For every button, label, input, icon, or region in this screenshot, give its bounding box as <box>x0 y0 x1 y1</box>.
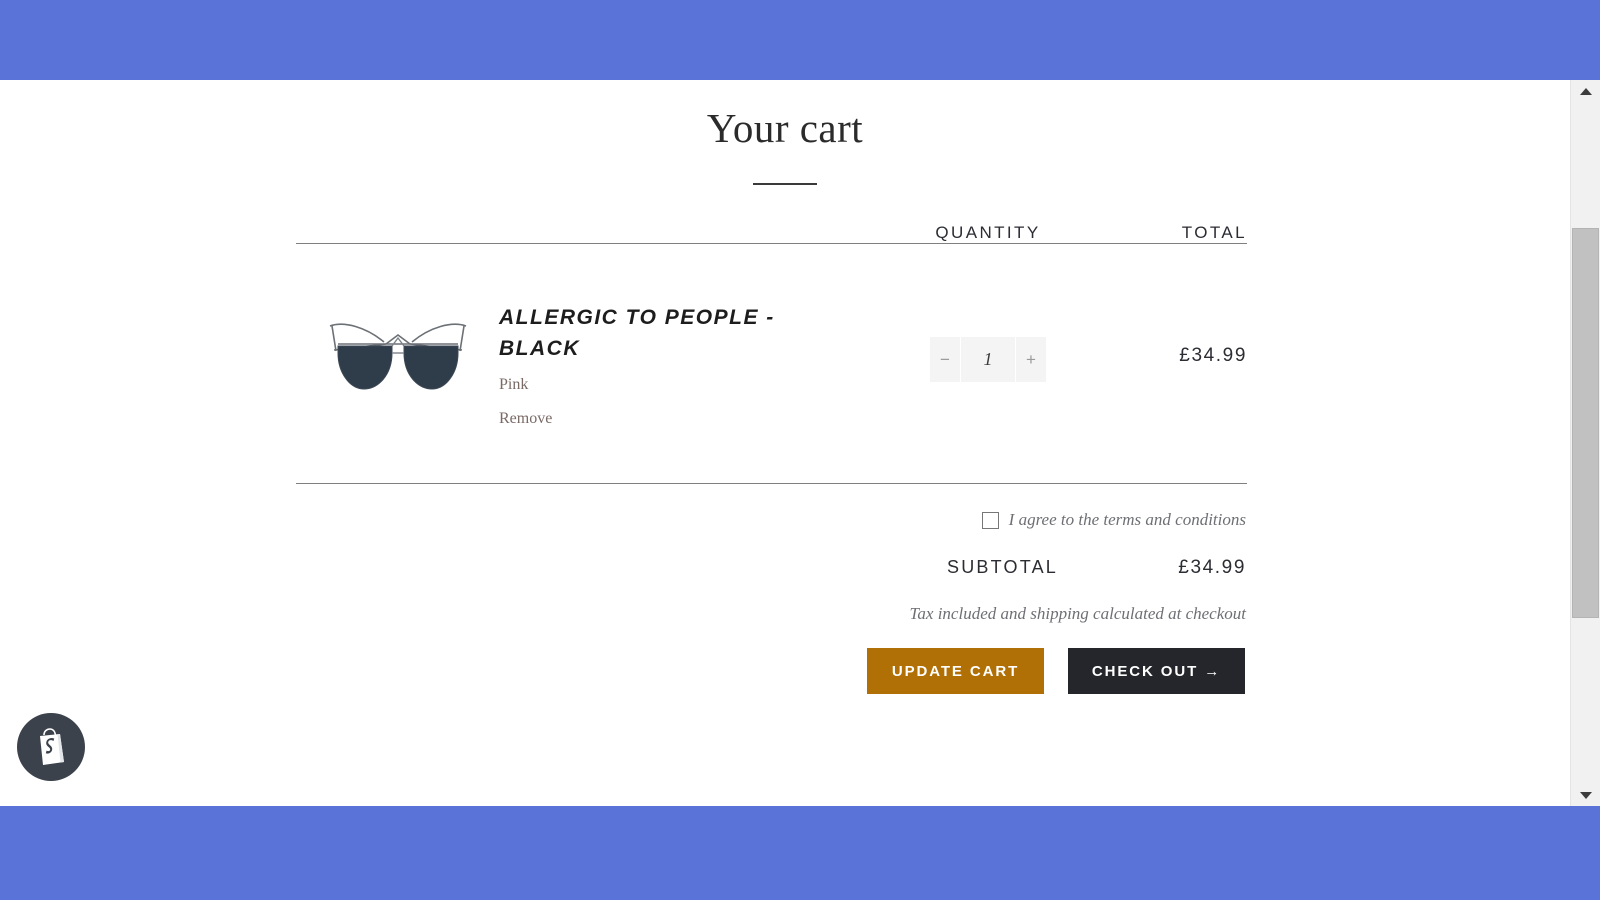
line-item-total: £34.99 <box>1179 345 1247 367</box>
shopify-bag-icon <box>40 728 64 765</box>
subtotal-row: SUBTOTAL £34.99 <box>296 530 1247 579</box>
remove-item-link[interactable]: Remove <box>499 407 552 431</box>
tax-note: Tax included and shipping calculated at … <box>909 604 1246 624</box>
lens-left <box>337 345 392 390</box>
product-title[interactable]: ALLERGIC TO PEOPLE - BLACK <box>499 303 829 364</box>
lens-right <box>403 345 458 390</box>
cart-actions: UPDATE CART CHECK OUT → <box>296 624 1247 695</box>
product-thumbnail[interactable] <box>296 301 499 403</box>
page-title: Your cart <box>706 105 864 151</box>
shopify-badge[interactable] <box>17 713 85 781</box>
sunglasses-icon <box>329 323 466 390</box>
cart-line-item: ALLERGIC TO PEOPLE - BLACK Pink Remove −… <box>296 244 1247 483</box>
product-variant: Pink <box>499 376 529 394</box>
terms-label[interactable]: I agree to the terms and conditions <box>1009 510 1246 530</box>
terms-row: I agree to the terms and conditions <box>296 510 1247 530</box>
cart-page: Your cart QUANTITY TOTAL ALLERGIC TO PEO… <box>0 80 1570 695</box>
header-total: TOTAL <box>1181 223 1247 243</box>
vertical-scrollbar[interactable] <box>1570 80 1600 806</box>
browser-bottom-band <box>0 806 1600 900</box>
scroll-down-arrow-icon[interactable] <box>1571 784 1600 806</box>
checkout-button[interactable]: CHECK OUT → <box>1068 648 1245 695</box>
quantity-decrement-button[interactable]: − <box>930 337 960 382</box>
scrollbar-thumb[interactable] <box>1572 228 1599 618</box>
page-viewport: Your cart QUANTITY TOTAL ALLERGIC TO PEO… <box>0 80 1570 806</box>
quantity-stepper: − 1 + <box>930 337 1046 383</box>
cart-container: QUANTITY TOTAL ALLERGIC TO PEOPLE - BLAC… <box>295 185 1247 695</box>
terms-checkbox[interactable] <box>981 511 999 529</box>
quantity-input[interactable]: 1 <box>961 337 1015 382</box>
quantity-increment-button[interactable]: + <box>1016 337 1046 382</box>
update-cart-button[interactable]: UPDATE CART <box>867 648 1044 695</box>
product-info: ALLERGIC TO PEOPLE - BLACK Pink Remove <box>499 301 870 431</box>
subtotal-value: £34.99 <box>1178 557 1246 579</box>
browser-top-band <box>0 0 1600 80</box>
header-quantity: QUANTITY <box>935 223 1041 243</box>
cart-table-header: QUANTITY TOTAL <box>296 185 1247 243</box>
scroll-up-arrow-icon[interactable] <box>1571 80 1600 102</box>
subtotal-label: SUBTOTAL <box>947 557 1058 578</box>
quantity-cell: − 1 + <box>870 301 1106 383</box>
browser-window: Your cart QUANTITY TOTAL ALLERGIC TO PEO… <box>0 0 1600 900</box>
cart-footer: I agree to the terms and conditions SUBT… <box>296 484 1247 695</box>
